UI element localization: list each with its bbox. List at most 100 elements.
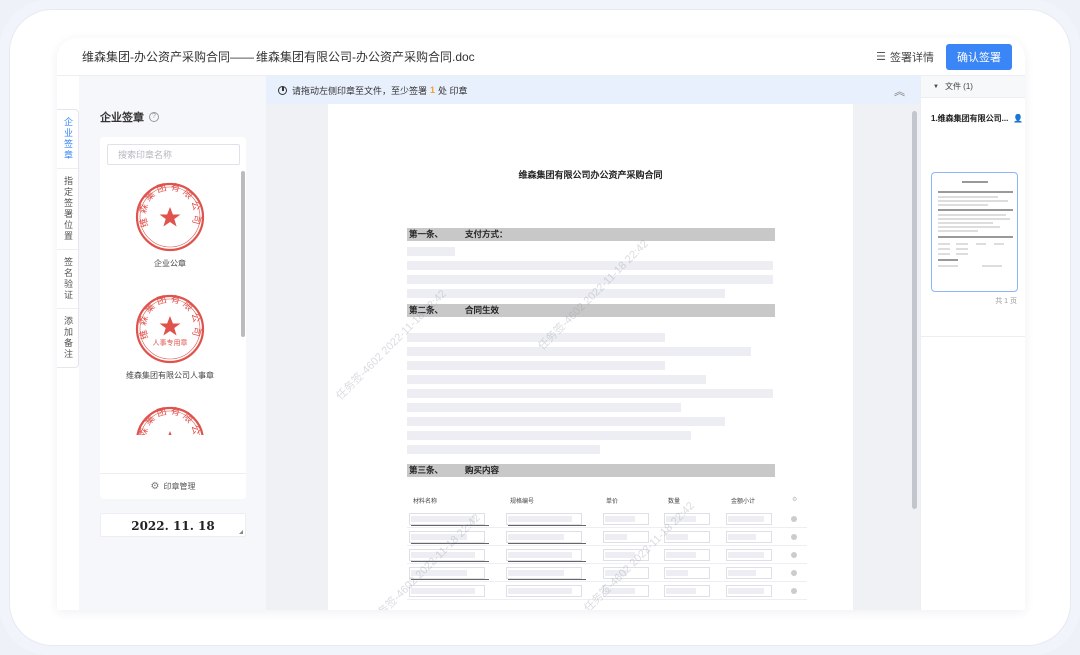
notice-count: 1 — [430, 85, 436, 95]
file-panel: ▼ 文件 (1) 1.维森集团有限公司... 👤 共 1 页 — [920, 76, 1025, 610]
sign-detail-button[interactable]: ☰ 签署详情 — [876, 49, 934, 65]
tab-sign-position[interactable]: 指定签署位置 — [57, 169, 80, 250]
page-thumbnail[interactable] — [931, 172, 1018, 292]
doc-heading: 维森集团有限公司办公资产采购合同 — [518, 170, 663, 180]
row-action-dot[interactable] — [791, 534, 797, 540]
table-header: 金额小计 — [731, 499, 756, 505]
underline — [508, 543, 586, 544]
seal-manage-button[interactable]: ⚙ 印章管理 — [100, 473, 246, 499]
underline — [508, 561, 586, 562]
table-header: 数量 — [668, 499, 681, 505]
seal-item[interactable]: 维森集团有限公司 企业公章 — [100, 181, 240, 285]
table-cell[interactable] — [664, 549, 710, 561]
table-header: 单价 — [606, 499, 619, 505]
file-list-title: 文件 (1) — [944, 82, 973, 91]
text-placeholder — [407, 261, 773, 270]
tab-signature-verify[interactable]: 签名验证 — [57, 250, 80, 309]
watermark: 任务签-4602 2022-11-18 22:42 — [334, 287, 449, 403]
sign-detail-label: 签署详情 — [890, 51, 934, 64]
table-cell[interactable] — [506, 531, 582, 543]
document-scrollbar[interactable] — [912, 111, 917, 509]
table-cell[interactable] — [726, 567, 772, 579]
thumbnail-line — [956, 253, 968, 255]
header-actions: ☰ 签署详情 确认签署 — [876, 43, 1012, 70]
table-cell[interactable] — [506, 585, 582, 597]
document-viewer: 请拖动左侧印章至文件，至少签署 1 处 印章 ︾ 维森集团有限公司办公资产采购合同 … — [266, 76, 920, 610]
thumbnail-line — [982, 265, 1002, 267]
table-cell[interactable] — [726, 585, 772, 597]
thumbnail-line — [938, 196, 998, 198]
section-heading: 第三条、 购买内容 — [407, 464, 775, 477]
help-icon[interactable]: ? — [149, 112, 159, 122]
seal-search-input[interactable] — [107, 144, 240, 165]
text-placeholder — [407, 445, 600, 454]
thumbnail-line — [938, 259, 958, 261]
contract-title: 维森集团-办公资产采购合同—— — [82, 50, 254, 64]
table-cell[interactable] — [506, 567, 582, 579]
seal-sidebar: 企业签章 ? 维森集团有限公司 企业公章 维森集团有限公司 人事专用章 维森集团… — [79, 76, 266, 610]
text-placeholder — [407, 275, 773, 284]
text-placeholder — [407, 389, 773, 398]
seal-panel: 维森集团有限公司 企业公章 维森集团有限公司 人事专用章 维森集团有限公司人事章… — [100, 137, 246, 499]
date-stamp[interactable]: 2022. 11. 18 — [100, 513, 246, 537]
seal-list: 维森集团有限公司 企业公章 维森集团有限公司 人事专用章 维森集团有限公司人事章… — [100, 173, 240, 435]
page-count: 共 1 页 — [995, 298, 1017, 305]
thumbnail-line — [938, 236, 1013, 238]
notice-prefix: 请拖动左侧印章至文件，至少签署 — [292, 85, 428, 96]
thumbnail-line — [938, 200, 1008, 202]
section-number: 第三条、 — [409, 465, 444, 475]
table-cell[interactable] — [664, 567, 710, 579]
thumbnail-line — [938, 226, 1000, 228]
thumbnail-line — [962, 181, 988, 183]
underline — [508, 525, 586, 526]
table-cell[interactable] — [409, 585, 485, 597]
file-name-row[interactable]: 1.维森集团有限公司... 👤 — [931, 113, 1025, 124]
seal-image: 维森集团有限公司 — [135, 181, 205, 252]
seal-item[interactable]: 维森集团有限公司 人事专用章 维森集团有限公司人事章 — [100, 293, 240, 397]
collapse-icon[interactable]: ︾ — [894, 83, 905, 99]
list-icon: ☰ — [876, 51, 886, 63]
row-action-dot[interactable] — [791, 552, 797, 558]
file-list-header[interactable]: ▼ 文件 (1) — [921, 76, 1025, 98]
table-cell[interactable] — [603, 513, 649, 525]
seal-list-scrollbar[interactable] — [241, 171, 245, 337]
thumbnail-line — [938, 265, 958, 267]
gear-icon: ⚙ — [150, 481, 160, 492]
thumbnail-line — [956, 243, 968, 245]
row-action-dot[interactable] — [791, 516, 797, 522]
document-page[interactable]: 维森集团有限公司办公资产采购合同 第一条、 支付方式： 第二条、 合同生效 第三条、… — [328, 104, 853, 610]
table-cell[interactable] — [506, 513, 582, 525]
tab-add-note[interactable]: 添加备注 — [57, 309, 80, 367]
table-cell[interactable] — [726, 531, 772, 543]
confirm-sign-button[interactable]: 确认签署 — [946, 43, 1012, 70]
text-placeholder — [407, 247, 455, 256]
seal-label: 企业公章 — [154, 259, 186, 268]
thumbnail-line — [938, 191, 1013, 193]
document-title: 维森集团-办公资产采购合同—— 维森集团有限公司-办公资产采购合同.doc — [82, 48, 475, 65]
table-cell[interactable] — [726, 549, 772, 561]
seal-item[interactable]: 维森集团有限公司 — [100, 405, 240, 435]
tab-enterprise-seal[interactable]: 企业签章 — [57, 110, 80, 169]
thumbnail-line — [956, 248, 968, 250]
side-tabs: 企业签章 指定签署位置 签名验证 添加备注 — [57, 109, 80, 368]
text-placeholder — [407, 403, 681, 412]
seal-image: 维森集团有限公司 人事专用章 — [135, 293, 205, 364]
thumbnail-line — [994, 243, 1004, 245]
table-cell[interactable] — [726, 513, 772, 525]
settings-icon[interactable]: ⚙ — [792, 496, 797, 503]
drag-notice-bar: 请拖动左侧印章至文件，至少签署 1 处 印章 ︾ — [266, 76, 920, 104]
thumbnail-line — [938, 214, 1006, 216]
text-placeholder — [407, 347, 751, 356]
seal-manage-label: 印章管理 — [163, 482, 196, 491]
notice-suffix: 处 印章 — [438, 85, 468, 96]
thumbnail-line — [938, 218, 1010, 220]
contract-filename: 维森集团有限公司-办公资产采购合同.doc — [256, 50, 475, 64]
divider — [921, 336, 1025, 337]
text-placeholder — [407, 417, 725, 426]
section-title: 购买内容 — [465, 465, 500, 475]
row-action-dot[interactable] — [791, 588, 797, 594]
row-action-dot[interactable] — [791, 570, 797, 576]
section-heading: 第一条、 支付方式： — [407, 228, 775, 241]
table-cell[interactable] — [506, 549, 582, 561]
table-cell[interactable] — [664, 585, 710, 597]
